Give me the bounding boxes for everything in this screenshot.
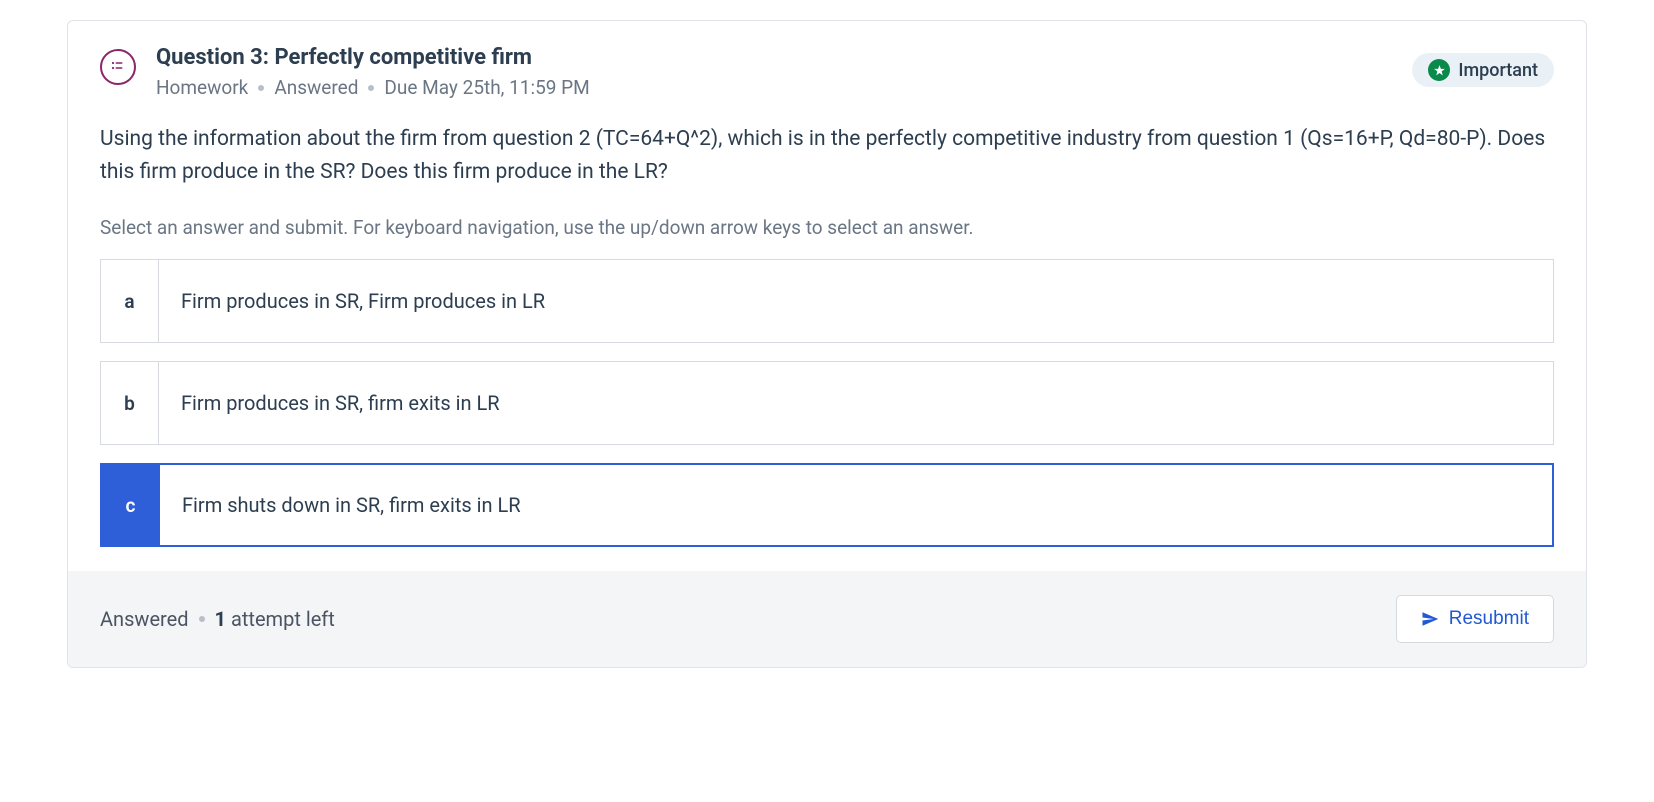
option-key: b xyxy=(101,362,159,444)
title-block: Question 3: Perfectly competitive firm H… xyxy=(156,45,590,99)
meta-due: Due May 25th, 11:59 PM xyxy=(384,76,589,99)
resubmit-label: Resubmit xyxy=(1449,608,1529,630)
meta-type: Homework xyxy=(156,76,248,99)
meta-separator-dot xyxy=(258,85,264,91)
option-key: a xyxy=(101,260,159,342)
attempts-label: attempt left xyxy=(231,607,335,631)
card-footer: Answered 1 attempt left Resubmit xyxy=(68,571,1586,667)
meta-separator-dot xyxy=(368,85,374,91)
important-badge: Important xyxy=(1412,53,1554,87)
answer-option-b[interactable]: b Firm produces in SR, firm exits in LR xyxy=(100,361,1554,445)
answer-option-a[interactable]: a Firm produces in SR, Firm produces in … xyxy=(100,259,1554,343)
important-label: Important xyxy=(1458,60,1538,81)
question-meta: Homework Answered Due May 25th, 11:59 PM xyxy=(156,76,590,99)
resubmit-button[interactable]: Resubmit xyxy=(1396,595,1554,643)
attempts-left: 1 attempt left xyxy=(215,607,335,631)
question-type-icon xyxy=(100,49,136,85)
answer-options-list: a Firm produces in SR, Firm produces in … xyxy=(100,259,1554,547)
instruction-text: Select an answer and submit. For keyboar… xyxy=(100,216,1554,239)
header-left: Question 3: Perfectly competitive firm H… xyxy=(100,45,590,99)
question-text: Using the information about the firm fro… xyxy=(100,123,1554,188)
meta-separator-dot xyxy=(199,616,205,622)
option-text: Firm produces in SR, firm exits in LR xyxy=(159,362,522,444)
answer-option-c[interactable]: c Firm shuts down in SR, firm exits in L… xyxy=(100,463,1554,547)
paper-plane-icon xyxy=(1421,610,1439,628)
option-key: c xyxy=(102,465,160,545)
meta-status: Answered xyxy=(274,76,358,99)
card-header: Question 3: Perfectly competitive firm H… xyxy=(68,21,1586,115)
list-bubble-icon xyxy=(109,58,127,76)
star-icon xyxy=(1428,59,1450,81)
question-card: Question 3: Perfectly competitive firm H… xyxy=(67,20,1587,668)
question-title: Question 3: Perfectly competitive firm xyxy=(156,45,590,70)
footer-status: Answered 1 attempt left xyxy=(100,607,335,631)
option-text: Firm produces in SR, Firm produces in LR xyxy=(159,260,567,342)
status-label: Answered xyxy=(100,607,189,631)
question-body: Using the information about the firm fro… xyxy=(68,115,1586,571)
attempts-number: 1 xyxy=(215,607,226,631)
option-text: Firm shuts down in SR, firm exits in LR xyxy=(160,465,543,545)
